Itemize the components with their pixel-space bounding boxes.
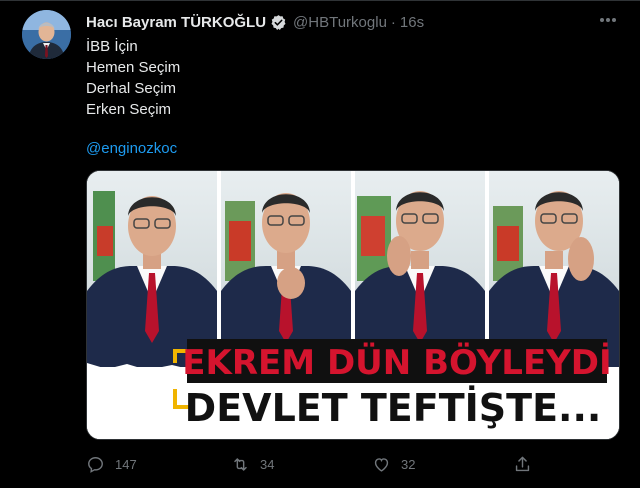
tweet-media-image[interactable]: EKREM DÜN BÖYLEYDİ DEVLET TEFTİŞTE...	[86, 170, 620, 440]
like-icon	[374, 457, 389, 472]
retweet-button[interactable]: 34	[231, 452, 274, 476]
reply-count: 147	[115, 456, 137, 472]
avatar-photo	[22, 10, 71, 59]
reply-button[interactable]: 147	[86, 452, 137, 476]
media-headline-2: DEVLET TEFTİŞTE...	[185, 386, 602, 430]
like-button[interactable]: 32	[372, 452, 415, 476]
tweet-header: Hacı Bayram TÜRKOĞLU @HBTurkoglu · 16s	[86, 12, 424, 32]
media-headline-1: EKREM DÜN BÖYLEYDİ	[182, 342, 611, 383]
author-handle[interactable]: @HBTurkoglu	[293, 14, 387, 31]
retweet-icon	[234, 457, 247, 471]
verified-badge-icon	[270, 14, 287, 31]
tweet-text: İBB İçin Hemen Seçim Derhal Seçim Erken …	[86, 36, 180, 120]
retweet-count: 34	[260, 456, 275, 472]
media-photo-collage: EKREM DÜN BÖYLEYDİ DEVLET TEFTİŞTE...	[87, 171, 619, 439]
separator-dot: ·	[390, 13, 396, 31]
top-divider	[0, 0, 640, 1]
tweet-timestamp[interactable]: 16s	[400, 14, 424, 31]
author-name[interactable]: Hacı Bayram TÜRKOĞLU	[86, 14, 266, 31]
tweet-text-line: Derhal Seçim	[86, 80, 177, 97]
share-button[interactable]	[513, 452, 542, 476]
tweet-actions: 147 34 32	[86, 452, 536, 476]
more-icon[interactable]	[596, 12, 620, 28]
reply-icon	[88, 456, 103, 473]
share-icon	[515, 456, 530, 471]
tweet-text-line: Hemen Seçim	[86, 59, 181, 76]
tweet-text-line: Erken Seçim	[86, 101, 172, 118]
like-count: 32	[401, 456, 416, 472]
mention-link[interactable]: @enginozkoc	[86, 140, 177, 157]
avatar[interactable]	[22, 10, 71, 59]
tweet-text-line: İBB İçin	[86, 38, 138, 55]
